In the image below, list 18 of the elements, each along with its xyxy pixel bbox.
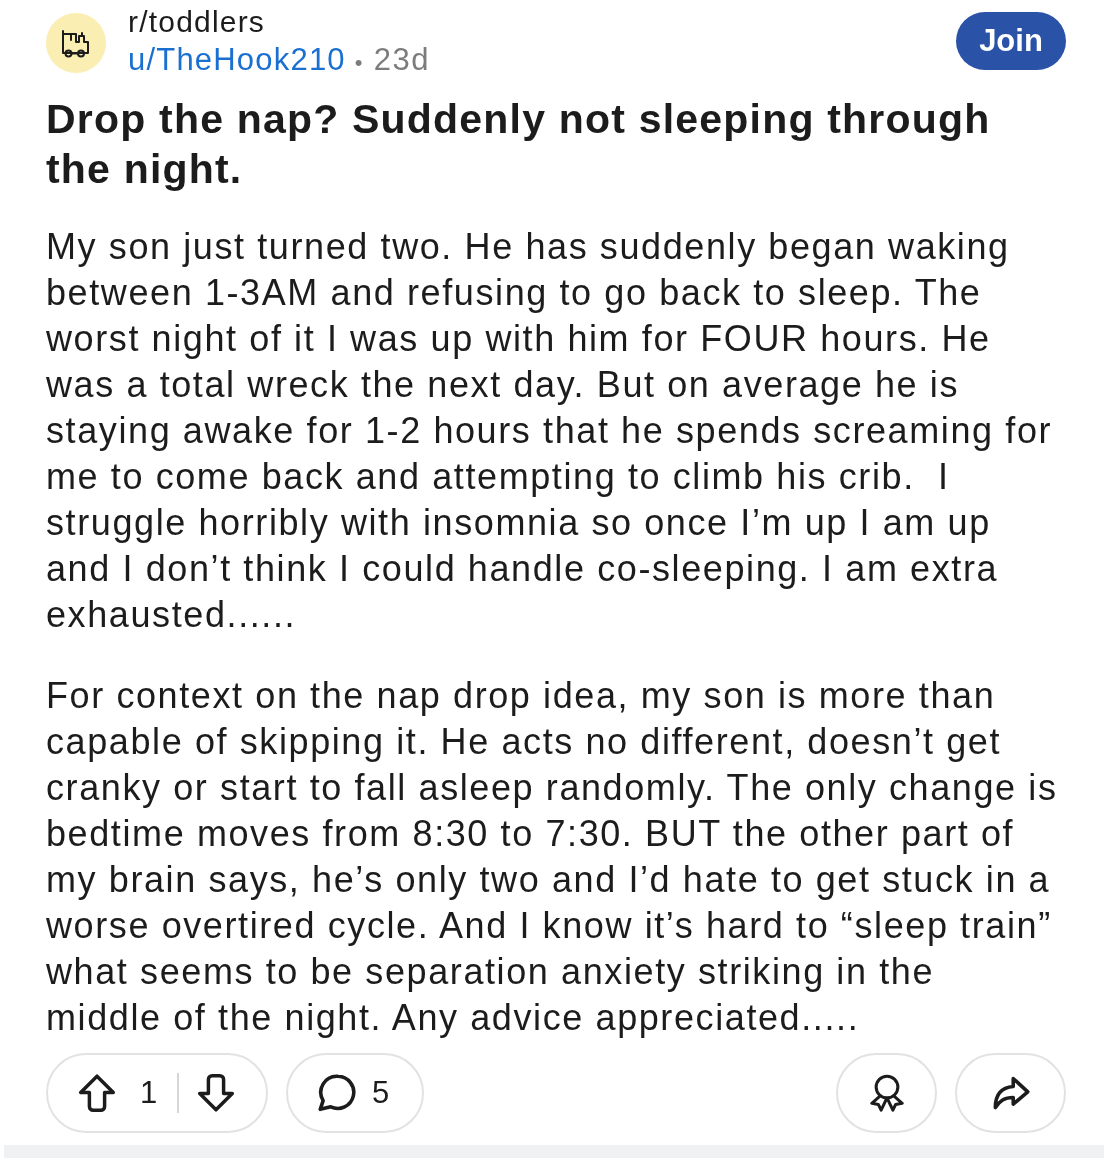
upvote-button[interactable] [78, 1074, 116, 1112]
author-link[interactable]: u/TheHook210 [128, 41, 346, 79]
share-icon [991, 1074, 1030, 1112]
downvote-icon [197, 1074, 236, 1112]
train-icon [46, 13, 106, 73]
post-age: 23d [373, 41, 431, 79]
subreddit-name[interactable]: r/toddlers [128, 3, 431, 41]
post-paragraph: My son just turned two. He has suddenly began waking between 1-3AM and refusing to go back to sleep. The worst night of it I was up with him for FOUR hours. He was a total wreck the next day. But on average he is staying awake for 1-2 hours that he spends screaming for me to come back and attempting to climb his crib. I struggle horribly with insomnia so once I’m up I am up and I don’t think I could handle co-sleeping. I am extra exhausted...... [46, 225, 1054, 637]
post-title: Drop the nap? Suddenly not sleeping through the night. [46, 95, 992, 194]
upvote-icon [78, 1074, 116, 1112]
separator-dot: • [354, 49, 364, 77]
comments-button[interactable]: 5 [286, 1053, 424, 1133]
vote-count: 1 [140, 1075, 158, 1111]
post-paragraph: For context on the nap drop idea, my son is more than capable of skipping it. He acts no different, doesn’t get cranky or start to fall asleep randomly. The only change is bedtime moves from 8:30 to 7:30. BUT the other part of my brain says, he’s only two and I’d hate to get stuck in a worse overtired cycle. And I know it’s hard to “sleep train” what seems to be separation anxiety striking in the middle of the night. Any advice appreciated..... [46, 674, 1058, 1040]
downvote-button[interactable] [197, 1074, 236, 1112]
join-button[interactable]: Join [956, 12, 1066, 70]
award-icon [867, 1074, 906, 1112]
comment-icon [318, 1074, 356, 1112]
